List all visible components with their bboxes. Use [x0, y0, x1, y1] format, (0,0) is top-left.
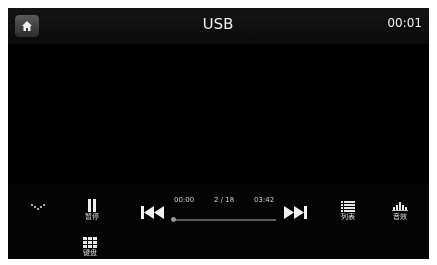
clock: 00:01 [387, 16, 422, 30]
source-title: USB [202, 15, 234, 33]
pause-label: 暂停 [85, 213, 99, 221]
next-track-button[interactable] [283, 206, 307, 219]
top-bar: USB 00:01 [8, 8, 429, 44]
previous-track-icon [141, 206, 164, 219]
home-button[interactable] [15, 15, 39, 37]
list-icon [341, 201, 355, 212]
pause-button[interactable]: 暂停 [85, 199, 99, 221]
mode-icon [31, 204, 45, 210]
elapsed-time: 00:00 [174, 196, 195, 204]
progress-bar[interactable] [173, 219, 276, 221]
progress-knob[interactable] [171, 217, 176, 222]
total-time: 03:42 [254, 196, 275, 204]
equalizer-label: 音效 [393, 213, 407, 221]
list-label: 列表 [341, 213, 355, 221]
pause-icon [88, 199, 96, 212]
keypad-label: 键盘 [83, 249, 97, 257]
next-track-icon [284, 206, 307, 219]
equalizer-icon [392, 202, 408, 211]
equalizer-button[interactable]: 音效 [392, 201, 408, 221]
content-area [8, 44, 429, 184]
keypad-icon [83, 237, 97, 248]
media-player-screen: USB 00:01 暂停 00:00 2 / 18 03:42 列表 音效 键盘 [8, 8, 429, 259]
previous-track-button[interactable] [141, 206, 165, 219]
keypad-button[interactable]: 键盘 [83, 237, 97, 257]
list-button[interactable]: 列表 [341, 201, 355, 221]
play-mode-button[interactable] [30, 202, 46, 212]
track-counter: 2 / 18 [214, 196, 235, 204]
home-icon [22, 21, 32, 31]
